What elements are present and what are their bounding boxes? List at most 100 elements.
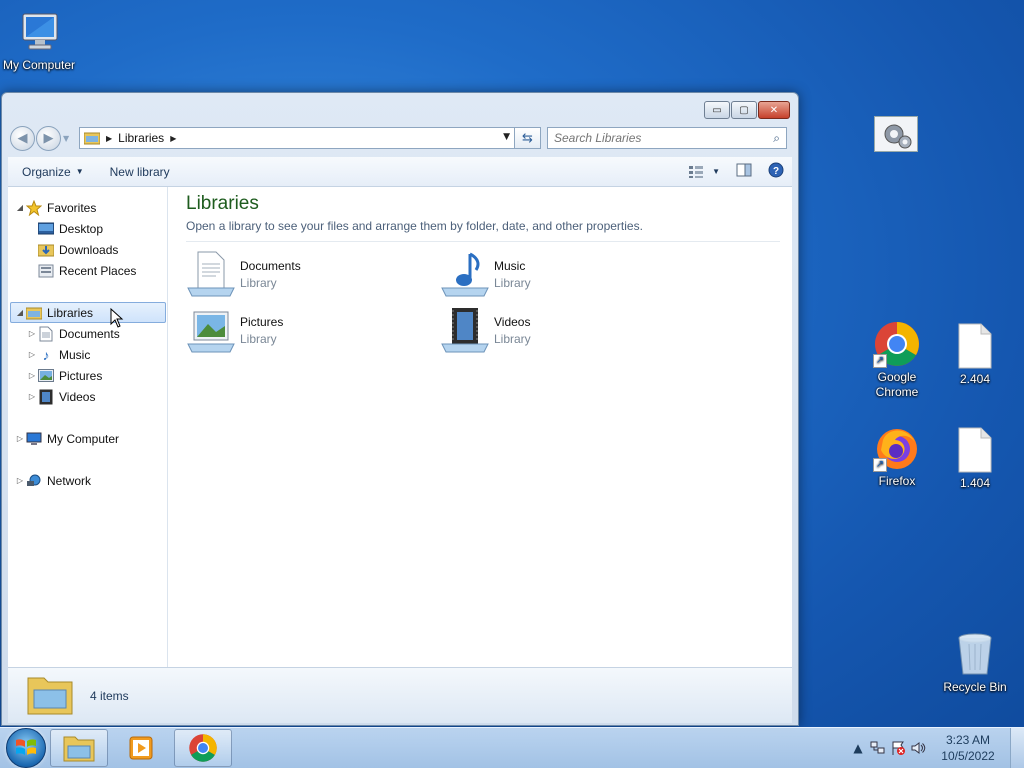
svg-text:?: ? <box>773 166 779 177</box>
computer-icon <box>15 8 63 56</box>
tree-item-my-computer[interactable]: ▷ My Computer <box>8 428 167 449</box>
tree-item-desktop[interactable]: Desktop <box>8 218 167 239</box>
taskbar-google-chrome[interactable] <box>174 729 232 767</box>
chrome-icon <box>189 734 217 762</box>
network-tray-icon[interactable] <box>868 740 888 756</box>
close-button[interactable]: ✕ <box>758 101 790 119</box>
system-tray: ▲ 3:23 AM 10/5/2022 <box>848 728 1024 768</box>
help-button[interactable]: ? <box>768 162 784 181</box>
desktop-icon-recycle-bin[interactable]: Recycle Bin <box>936 630 1014 695</box>
taskbar: ▲ 3:23 AM 10/5/2022 <box>0 727 1024 768</box>
expand-arrow-icon[interactable]: ▷ <box>14 434 26 443</box>
breadcrumb-separator-icon[interactable]: ▶ <box>106 134 112 143</box>
library-videos[interactable]: Videos Library <box>440 306 694 354</box>
shortcut-arrow-icon: ↗ <box>873 458 887 472</box>
show-hidden-icons-button[interactable]: ▲ <box>848 741 868 755</box>
taskbar-windows-explorer[interactable] <box>50 729 108 767</box>
main-pane: Libraries Open a library to see your fil… <box>168 187 792 667</box>
tree-item-favorites[interactable]: ◢ Favorites <box>8 197 167 218</box>
library-documents[interactable]: Documents Library <box>186 250 440 298</box>
tree-item-pictures[interactable]: ▷ Pictures <box>8 365 167 386</box>
tree-item-videos[interactable]: ▷ Videos <box>8 386 167 407</box>
star-icon <box>26 199 42 216</box>
back-arrow-icon: ◀ <box>17 130 28 146</box>
library-type: Library <box>240 275 277 290</box>
documents-icon <box>38 326 54 342</box>
expand-arrow-icon[interactable]: ▷ <box>26 392 38 401</box>
tree-item-libraries[interactable]: ◢ Libraries <box>10 302 166 323</box>
pictures-library-icon <box>186 306 236 354</box>
action-center-flag-icon[interactable] <box>888 740 908 756</box>
expand-arrow-icon[interactable]: ▷ <box>14 476 26 485</box>
forward-button[interactable]: ▶ <box>36 125 61 151</box>
videos-library-icon <box>440 306 490 354</box>
desktop-icon-file-2404[interactable]: 2.404 <box>936 322 1014 387</box>
show-desktop-button[interactable] <box>1010 728 1024 768</box>
preview-pane-button[interactable] <box>736 163 752 180</box>
taskbar-media-player[interactable] <box>112 729 170 767</box>
tree-item-label: Recent Places <box>59 263 137 278</box>
clock-time: 3:23 AM <box>945 733 991 747</box>
pictures-icon <box>38 368 54 384</box>
desktop-icon-file-1404[interactable]: 1.404 <box>936 426 1014 491</box>
new-library-button[interactable]: New library <box>96 165 182 179</box>
recent-pages-dropdown[interactable]: ▼ <box>63 134 73 143</box>
tree-item-label: Downloads <box>59 242 119 257</box>
library-pictures[interactable]: Pictures Library <box>186 306 440 354</box>
maximize-button[interactable]: ▢ <box>731 101 757 119</box>
library-type: Library <box>494 331 531 346</box>
blank-file-icon <box>951 426 999 474</box>
library-music[interactable]: Music Library <box>440 250 694 298</box>
change-view-button[interactable]: ▼ <box>688 165 720 179</box>
minimize-button[interactable]: ▭ <box>704 101 730 119</box>
library-name: Videos <box>494 314 531 329</box>
search-input[interactable] <box>554 131 754 145</box>
back-button[interactable]: ◀ <box>10 125 35 151</box>
volume-icon[interactable] <box>908 740 928 756</box>
address-dropdown-icon[interactable]: ▼ <box>503 132 510 142</box>
collapse-arrow-icon[interactable]: ◢ <box>14 203 26 212</box>
organize-button[interactable]: Organize ▼ <box>8 165 96 179</box>
desktop-icon <box>38 221 54 237</box>
desktop-icon-my-computer[interactable]: My Computer <box>0 8 78 73</box>
desktop-icon-google-chrome[interactable]: ↗ Google Chrome <box>858 320 936 400</box>
start-button[interactable] <box>6 728 46 768</box>
page-subtitle: Open a library to see your files and arr… <box>186 219 780 242</box>
windows-logo-icon <box>16 739 36 755</box>
desktop-icon-firefox[interactable]: ↗ Firefox <box>858 424 936 489</box>
desktop-gadget-settings-icon[interactable] <box>874 116 918 152</box>
close-icon: ✕ <box>769 104 779 116</box>
breadcrumb-separator-icon[interactable]: ▶ <box>170 134 176 143</box>
library-name: Music <box>494 258 526 273</box>
desktop-icon-label: My Computer <box>2 58 76 72</box>
collapse-arrow-icon[interactable]: ◢ <box>14 308 26 317</box>
expand-arrow-icon[interactable]: ▷ <box>26 371 38 380</box>
tree-item-recent-places[interactable]: Recent Places <box>8 260 167 281</box>
navigation-bar: ◀ ▶ ▼ ▶ Libraries ▶ ▼ ⇆ ⌕ <box>10 125 790 151</box>
desktop-icon-label: 1.404 <box>959 476 991 490</box>
clock[interactable]: 3:23 AM 10/5/2022 <box>928 732 1008 764</box>
tree-item-documents[interactable]: ▷ Documents <box>8 323 167 344</box>
videos-icon <box>38 389 54 405</box>
library-type: Library <box>494 275 531 290</box>
tree-item-label: Pictures <box>59 368 103 383</box>
blank-file-icon <box>951 322 999 370</box>
tree-item-label: Desktop <box>59 221 104 236</box>
navigation-pane: ◢ Favorites Desktop Downloads Recent Pla… <box>8 187 168 667</box>
tree-item-downloads[interactable]: Downloads <box>8 239 167 260</box>
expand-arrow-icon[interactable]: ▷ <box>26 350 38 359</box>
tree-item-music[interactable]: ▷ ♪ Music <box>8 344 167 365</box>
refresh-button[interactable]: ⇆ <box>515 127 541 149</box>
tree-item-label: Libraries <box>47 305 94 320</box>
tree-item-label: Videos <box>59 389 96 404</box>
tree-item-label: My Computer <box>47 431 120 446</box>
search-box[interactable]: ⌕ <box>547 127 787 149</box>
preview-pane-icon <box>736 163 752 177</box>
breadcrumb-libraries[interactable]: Libraries <box>118 131 164 145</box>
expand-arrow-icon[interactable]: ▷ <box>26 329 38 338</box>
tree-item-network[interactable]: ▷ Network <box>8 470 167 491</box>
firefox-icon: ↗ <box>873 424 921 472</box>
address-bar[interactable]: ▶ Libraries ▶ ▼ <box>79 127 515 149</box>
chevron-down-icon: ▼ <box>712 167 720 176</box>
search-icon[interactable]: ⌕ <box>773 131 780 146</box>
